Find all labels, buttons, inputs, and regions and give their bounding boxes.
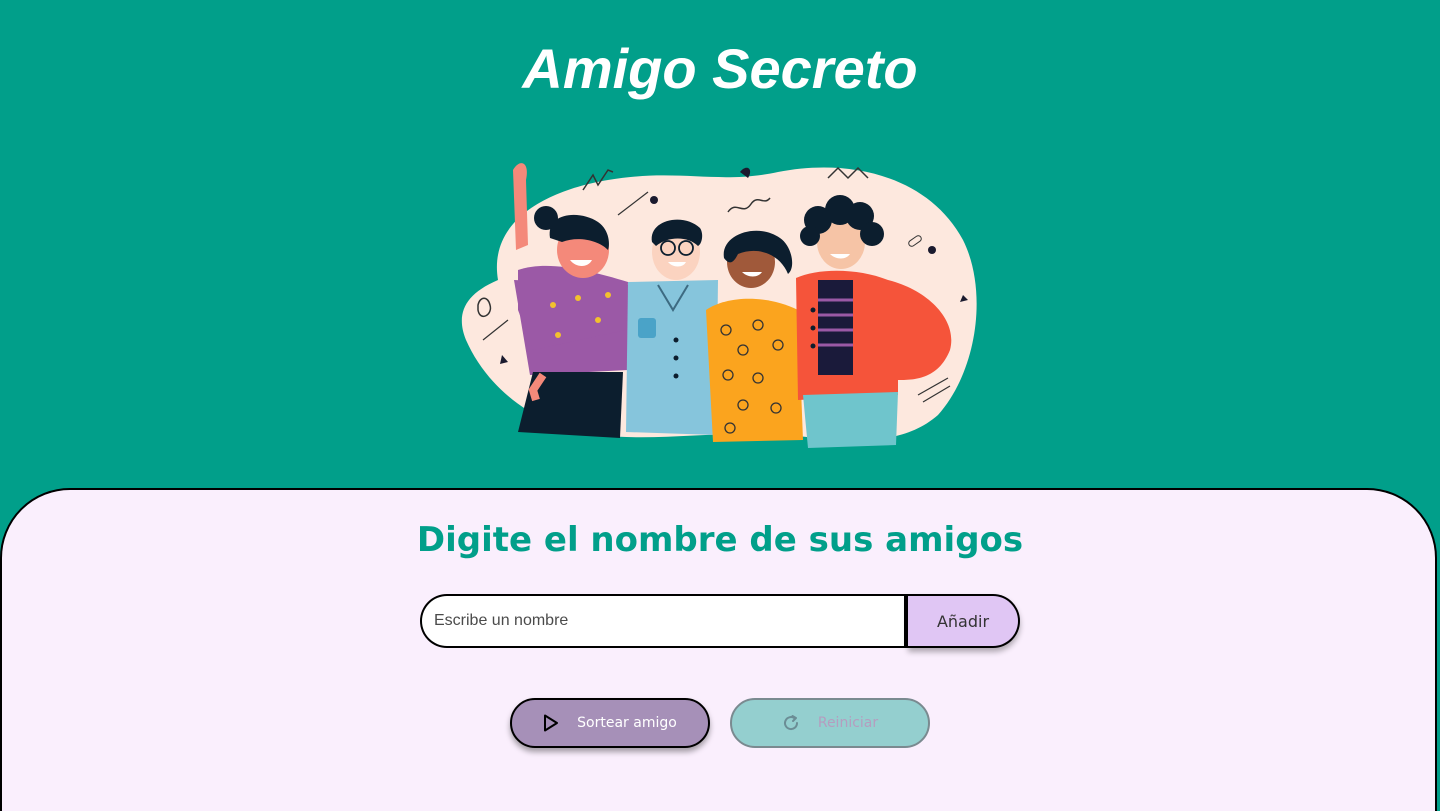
page-title: Amigo Secreto — [522, 37, 918, 100]
group-of-friends-illustration — [461, 163, 977, 448]
section-subtitle: Digite el nombre de sus amigos — [416, 520, 1024, 560]
add-friend-row: Añadir — [420, 594, 1020, 648]
name-input[interactable] — [420, 594, 908, 648]
reset-label: Reiniciar — [817, 715, 879, 731]
draw-friend-label: Sortear amigo — [577, 715, 677, 731]
draw-friend-button[interactable]: Sortear amigo — [510, 698, 710, 748]
add-button[interactable]: Añadir — [908, 594, 1020, 648]
play-icon — [544, 714, 559, 732]
reset-button[interactable]: Reiniciar — [730, 698, 930, 748]
header: Amigo Secreto — [0, 0, 1440, 490]
refresh-icon — [783, 715, 798, 731]
